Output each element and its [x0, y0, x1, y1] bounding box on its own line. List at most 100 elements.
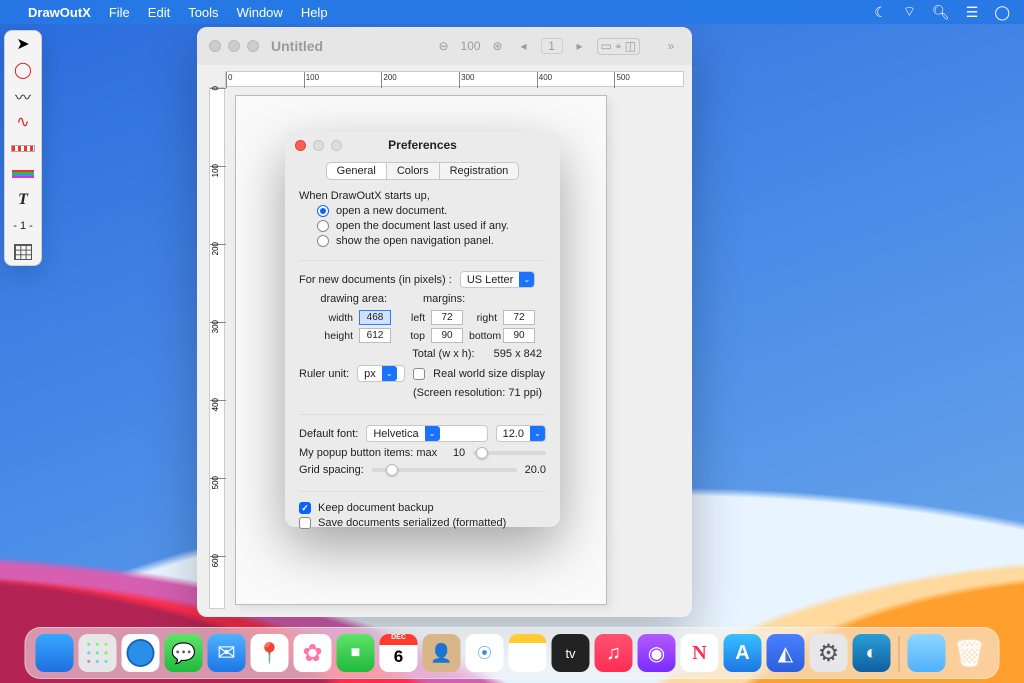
minimize-button[interactable] [228, 40, 240, 52]
page-indicator: 1 [541, 38, 563, 54]
popup-max-slider[interactable] [473, 451, 546, 455]
dock-system-preferences[interactable] [810, 634, 848, 672]
document-titlebar[interactable]: Untitled ⊖ 100 ⊛ ◂ 1 ▸ ▭⌖◫ » [197, 27, 692, 65]
popup-max-label: My popup button items: max [299, 447, 437, 459]
bottom-field[interactable]: 90 [503, 328, 535, 343]
serialized-label: Save documents serialized (formatted) [318, 517, 506, 529]
menu-tools[interactable]: Tools [188, 5, 218, 20]
tool-pattern-multi[interactable] [5, 161, 41, 187]
do-not-disturb-icon[interactable]: ☾ [874, 4, 887, 21]
dock-facetime[interactable] [337, 634, 375, 672]
menu-help[interactable]: Help [301, 5, 328, 20]
drawing-area-label: drawing area: [317, 293, 387, 305]
preferences-window: Preferences General Colors Registration … [285, 132, 560, 527]
ruler-vertical: 0 100 200 300 400 500 600 [209, 87, 225, 609]
menubar: DrawOutX File Edit Tools Window Help ☾ ⌔… [0, 0, 1024, 24]
width-label: width [317, 312, 353, 324]
tool-line-style[interactable]: - 1 - [5, 213, 41, 239]
zoom-button[interactable] [247, 40, 259, 52]
close-button[interactable] [209, 40, 221, 52]
tool-ellipse[interactable]: ◯ [5, 57, 41, 83]
menu-window[interactable]: Window [237, 5, 283, 20]
dock-calendar[interactable]: DEC [380, 634, 418, 672]
left-field[interactable]: 72 [431, 310, 463, 325]
ruler-unit-popup[interactable]: px⌄ [357, 365, 405, 382]
pref-zoom-button[interactable] [331, 140, 342, 151]
tool-curve[interactable]: 〰 [5, 83, 41, 109]
siri-icon[interactable]: ◯ [994, 4, 1010, 21]
tool-pattern-red[interactable] [5, 135, 41, 161]
bottom-label: bottom [469, 330, 497, 342]
app-menu[interactable]: DrawOutX [28, 5, 91, 20]
spotlight-icon[interactable]: 🔍︎ [932, 4, 950, 21]
dock-downloads[interactable] [908, 634, 946, 672]
radio-open-nav[interactable] [317, 235, 329, 247]
radio-open-last-label: open the document last used if any. [336, 220, 509, 232]
prev-page-icon[interactable]: ◂ [515, 38, 533, 54]
expand-icon[interactable]: » [662, 38, 680, 54]
dock-separator [899, 636, 900, 672]
view-mode-segmented[interactable]: ▭⌖◫ [597, 38, 640, 55]
realworld-label: Real world size display [433, 368, 545, 380]
radio-open-new-label: open a new document. [336, 205, 447, 217]
preferences-titlebar[interactable]: Preferences [285, 132, 560, 158]
radio-open-new[interactable] [317, 205, 329, 217]
paper-size-popup[interactable]: US Letter⌄ [460, 271, 535, 288]
total-label: Total (w x h): [412, 348, 474, 360]
dock-notes[interactable] [509, 634, 547, 672]
font-label: Default font: [299, 428, 358, 440]
font-size-popup[interactable]: 12.0⌄ [496, 425, 546, 442]
dock-reminders[interactable] [466, 634, 504, 672]
dock-news[interactable] [681, 634, 719, 672]
margins-label: margins: [423, 293, 465, 305]
dock-photos[interactable] [294, 634, 332, 672]
pref-minimize-button[interactable] [313, 140, 324, 151]
next-page-icon[interactable]: ▸ [571, 38, 589, 54]
tool-palette: ➤ ◯ 〰 ∿ T - 1 - [4, 30, 42, 266]
tool-bezier[interactable]: ∿ [5, 109, 41, 135]
grid-spacing-slider[interactable] [372, 468, 517, 472]
dock-mail[interactable] [208, 634, 246, 672]
tab-general[interactable]: General [326, 162, 387, 180]
right-field[interactable]: 72 [503, 310, 535, 325]
dock-finder[interactable] [36, 634, 74, 672]
dock-appstore[interactable] [724, 634, 762, 672]
popup-max-value: 10 [445, 447, 465, 459]
dock-contacts[interactable] [423, 634, 461, 672]
dock-podcasts[interactable] [638, 634, 676, 672]
wifi-icon[interactable]: ⌔ [903, 3, 916, 21]
backup-checkbox[interactable] [299, 502, 311, 514]
pref-close-button[interactable] [295, 140, 306, 151]
grid-spacing-value: 20.0 [525, 464, 546, 476]
top-label: top [397, 330, 425, 342]
tool-grid[interactable] [5, 239, 41, 265]
dock-trash[interactable] [951, 634, 989, 672]
tool-pointer[interactable]: ➤ [5, 31, 41, 57]
dock-maps[interactable] [251, 634, 289, 672]
tool-text[interactable]: T [5, 187, 41, 213]
dock-safari[interactable] [122, 634, 160, 672]
height-label: height [317, 330, 353, 342]
menu-file[interactable]: File [109, 5, 130, 20]
zoom-value: 100 [461, 39, 481, 53]
serialized-checkbox[interactable] [299, 517, 311, 529]
target-icon[interactable]: ⊛ [489, 38, 507, 54]
tab-registration[interactable]: Registration [440, 162, 520, 180]
tab-colors[interactable]: Colors [387, 162, 440, 180]
total-value: 595 x 842 [494, 348, 542, 360]
dock-launchpad[interactable] [79, 634, 117, 672]
height-field[interactable]: 612 [359, 328, 391, 343]
radio-open-last[interactable] [317, 220, 329, 232]
font-name-popup[interactable]: Helvetica⌄ [366, 425, 487, 442]
top-field[interactable]: 90 [431, 328, 463, 343]
width-field[interactable]: 468 [359, 310, 391, 325]
dock-affinity[interactable] [767, 634, 805, 672]
menu-edit[interactable]: Edit [148, 5, 170, 20]
dock-music[interactable] [595, 634, 633, 672]
dock-drawoutx[interactable] [853, 634, 891, 672]
print-icon[interactable]: ⊖ [435, 38, 453, 54]
realworld-checkbox[interactable] [413, 368, 425, 380]
dock-messages[interactable]: 💬 [165, 634, 203, 672]
dock-tv[interactable] [552, 634, 590, 672]
control-center-icon[interactable]: ☰ [966, 4, 979, 21]
